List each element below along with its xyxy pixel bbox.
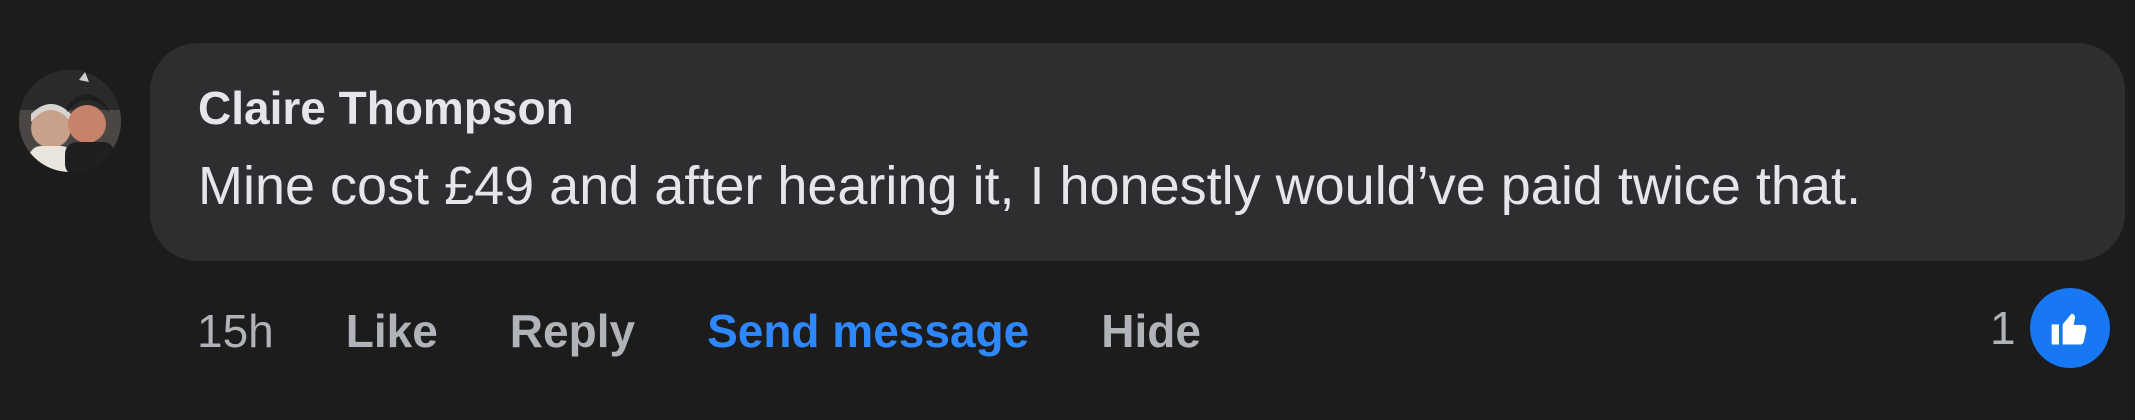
comment-timestamp[interactable]: 15h xyxy=(197,308,274,354)
hide-button[interactable]: Hide xyxy=(1101,308,1201,354)
comment-bubble: Claire Thompson Mine cost £49 and after … xyxy=(150,43,2125,261)
reaction-count: 1 xyxy=(1990,302,2016,354)
avatar-photo-icon xyxy=(19,70,121,172)
comment-author[interactable]: Claire Thompson xyxy=(198,85,574,131)
reaction-summary[interactable]: 1 xyxy=(1990,288,2110,368)
like-button[interactable]: Like xyxy=(346,308,438,354)
avatar[interactable] xyxy=(19,70,121,172)
comment-page: Claire Thompson Mine cost £49 and after … xyxy=(0,0,2135,420)
thumbs-up-icon xyxy=(2029,288,2110,368)
send-message-button[interactable]: Send message xyxy=(707,308,1029,354)
reply-button[interactable]: Reply xyxy=(510,308,635,354)
comment-text: Mine cost £49 and after hearing it, I ho… xyxy=(198,156,1861,216)
comment-actions: 15h Like Reply Send message Hide xyxy=(197,301,1273,361)
